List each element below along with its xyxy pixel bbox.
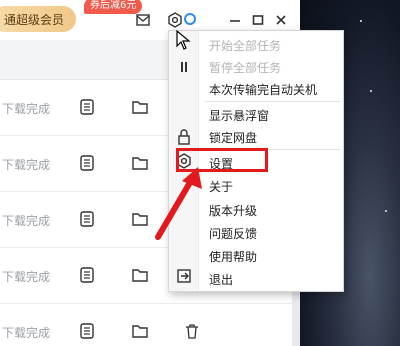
folder-icon[interactable] (132, 323, 150, 341)
menu-item-upgrade[interactable]: 版本升级 (209, 202, 257, 219)
menu-item-start-all[interactable]: 开始全部任务 (209, 37, 281, 54)
menu-item-lock-drive[interactable]: 锁定网盘 (209, 129, 257, 146)
exit-icon (175, 267, 193, 285)
lock-icon (175, 128, 193, 146)
row-status: 下载完成 (2, 102, 51, 116)
menu-item-feedback[interactable]: 问题反馈 (209, 225, 257, 242)
folder-icon[interactable] (132, 267, 150, 285)
close-icon[interactable] (272, 11, 290, 29)
file-detail-icon[interactable] (80, 155, 98, 173)
row-status: 下载完成 (2, 326, 51, 340)
status-indicator-icon (184, 13, 196, 25)
pause-icon (175, 58, 193, 76)
annotation-arrow (155, 167, 202, 240)
star (360, 20, 362, 22)
row-status: 下载完成 (2, 270, 51, 284)
minimize-icon[interactable] (226, 11, 244, 29)
menu-item-floating-window[interactable]: 显示悬浮窗 (209, 107, 269, 124)
message-icon[interactable] (134, 11, 152, 29)
menu-item-pause-all[interactable]: 暂停全部任务 (209, 59, 281, 76)
row-status: 下载完成 (2, 158, 51, 172)
star (385, 210, 387, 212)
star (370, 90, 372, 92)
download-row[interactable]: 下载完成 (0, 305, 300, 346)
vip-upgrade-button[interactable]: 通超级会员 (0, 6, 76, 32)
row-status: 下载完成 (2, 214, 51, 228)
file-detail-icon[interactable] (80, 267, 98, 285)
delete-icon[interactable] (184, 323, 202, 341)
vip-label: 通超级会员 (3, 12, 64, 27)
menu-item-exit[interactable]: 退出 (209, 271, 233, 288)
maximize-icon[interactable] (249, 11, 267, 29)
menu-item-auto-shutdown[interactable]: 本次传输完自动关机 (209, 81, 317, 98)
file-detail-icon[interactable] (80, 99, 98, 117)
folder-icon[interactable] (132, 99, 150, 117)
menu-separator (205, 101, 341, 102)
menu-item-about[interactable]: 关于 (209, 178, 233, 195)
file-detail-icon[interactable] (80, 323, 98, 341)
settings-gear-icon[interactable] (166, 11, 184, 29)
menu-item-help[interactable]: 使用帮助 (209, 248, 257, 265)
file-detail-icon[interactable] (80, 211, 98, 229)
mouse-cursor-icon (176, 30, 191, 50)
